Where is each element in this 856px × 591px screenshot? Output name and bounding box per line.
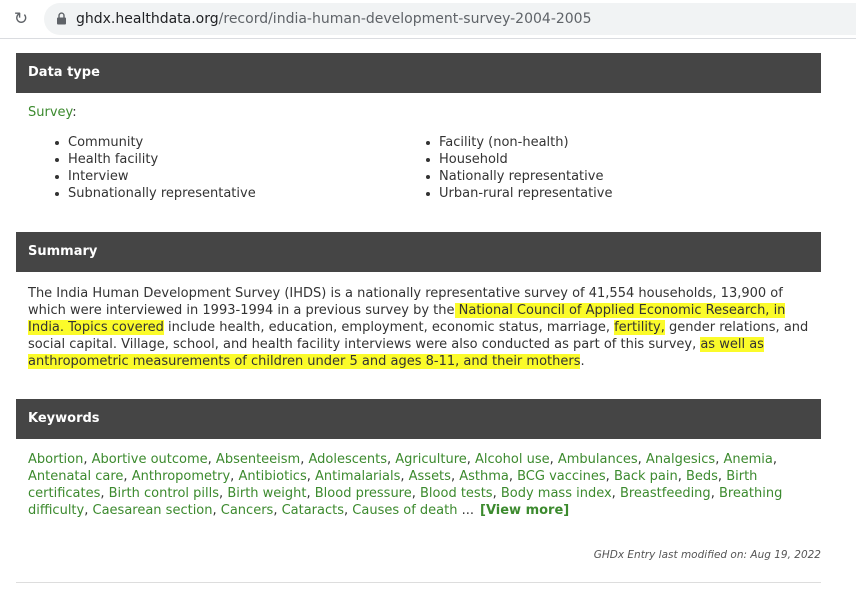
keyword-link[interactable]: Alcohol use	[475, 452, 550, 467]
keyword-link[interactable]: Assets	[409, 469, 451, 484]
keywords-header: Keywords	[16, 399, 821, 439]
data-type-item: Interview	[52, 168, 256, 185]
lock-icon	[57, 12, 66, 25]
keyword-separator: ,	[772, 452, 777, 467]
keyword-link[interactable]: Abortion	[28, 452, 83, 467]
data-type-list-left: Community Health facility Interview Subnati…	[52, 134, 256, 202]
survey-link[interactable]: Survey	[28, 105, 72, 120]
address-bar[interactable]: ghdx.healthdata.org/record/india-human-d…	[44, 3, 856, 35]
keyword-separator: ,	[466, 452, 476, 467]
keyword-separator: ,	[492, 486, 501, 501]
reload-icon[interactable]: ↻	[10, 8, 32, 30]
browser-toolbar: ↻ ghdx.healthdata.org/record/india-human…	[0, 0, 856, 39]
data-type-item: Health facility	[52, 151, 256, 168]
keyword-separator: ,	[400, 469, 409, 484]
keyword-link[interactable]: Asthma	[459, 469, 509, 484]
data-type-item: Household	[423, 151, 613, 168]
survey-link-label[interactable]: Survey:	[28, 105, 77, 120]
keyword-link[interactable]: Antenatal care	[28, 469, 123, 484]
keyword-link[interactable]: Anemia	[723, 452, 772, 467]
url-text[interactable]: ghdx.healthdata.org/record/india-human-d…	[76, 11, 592, 27]
keyword-separator: ,	[677, 469, 686, 484]
data-type-item: Subnationally representative	[52, 185, 256, 202]
keyword-link[interactable]: Agriculture	[395, 452, 467, 467]
keyword-link[interactable]: Birth weight	[227, 486, 306, 501]
keyword-separator: ,	[83, 452, 92, 467]
keyword-separator: ,	[123, 469, 132, 484]
keyword-separator: ,	[306, 469, 315, 484]
keyword-link[interactable]: Analgesics	[646, 452, 715, 467]
keyword-separator: ,	[710, 486, 719, 501]
keyword-separator: ,	[207, 452, 216, 467]
summary-text: The India Human Development Survey (IHDS…	[28, 285, 818, 370]
data-type-item: Community	[52, 134, 256, 151]
keyword-link[interactable]: Body mass index	[501, 486, 612, 501]
keyword-link[interactable]: Absenteeism	[216, 452, 300, 467]
keyword-separator: ,	[306, 486, 315, 501]
keyword-link[interactable]: Abortive outcome	[92, 452, 208, 467]
last-modified-text: GHDx Entry last modified on: Aug 19, 202…	[593, 549, 821, 561]
keyword-separator: ,	[605, 469, 614, 484]
footer-divider	[16, 582, 821, 583]
keyword-link[interactable]: Breastfeeding	[620, 486, 711, 501]
keyword-link[interactable]: Ambulances	[558, 452, 638, 467]
data-type-item: Urban-rural representative	[423, 185, 613, 202]
keyword-link[interactable]: BCG vaccines	[517, 469, 606, 484]
keyword-separator: ,	[637, 452, 646, 467]
summary-part-2: include health, education, employment, e…	[163, 320, 615, 335]
keyword-link[interactable]: Back pain	[614, 469, 678, 484]
keyword-separator: ,	[450, 469, 460, 484]
data-type-item: Facility (non-health)	[423, 134, 613, 151]
survey-colon: :	[72, 105, 77, 120]
summary-highlight-2: fertility,	[614, 320, 665, 335]
summary-header: Summary	[16, 232, 821, 272]
summary-part-4: .	[580, 354, 585, 369]
view-more-link[interactable]: [View more]	[480, 503, 569, 518]
keyword-link[interactable]: Causes of death	[352, 503, 457, 518]
keyword-separator: ,	[84, 503, 93, 518]
data-type-header: Data type	[16, 53, 821, 93]
keyword-link[interactable]: Beds	[686, 469, 718, 484]
keyword-separator: ,	[411, 486, 421, 501]
keyword-link[interactable]: Birth control pills	[109, 486, 219, 501]
keyword-separator: ,	[508, 469, 518, 484]
keyword-link[interactable]: Blood tests	[420, 486, 493, 501]
keyword-link[interactable]: Antibiotics	[238, 469, 306, 484]
keywords-ellipsis: ...	[457, 503, 474, 518]
url-path: /record/india-human-development-survey-2…	[218, 11, 592, 27]
keyword-link[interactable]: Adolescents	[308, 452, 387, 467]
keyword-separator: ,	[212, 503, 221, 518]
keyword-link[interactable]: Cataracts	[282, 503, 344, 518]
keyword-link[interactable]: Anthropometry	[132, 469, 230, 484]
keyword-separator: ,	[273, 503, 282, 518]
data-type-list-right: Facility (non-health) Household Nationally…	[423, 134, 613, 202]
keyword-link[interactable]: Antimalarials	[315, 469, 400, 484]
url-host: ghdx.healthdata.org	[76, 11, 219, 27]
keyword-link[interactable]: Blood pressure	[315, 486, 412, 501]
keyword-link[interactable]: Cancers	[221, 503, 274, 518]
data-type-item: Nationally representative	[423, 168, 613, 185]
keyword-separator: ,	[549, 452, 558, 467]
keyword-separator: ,	[717, 469, 727, 484]
keyword-separator: ,	[100, 486, 109, 501]
keyword-link[interactable]: Caesarean section	[93, 503, 213, 518]
keywords-list: Abortion, Abortive outcome, Absenteeism,…	[28, 451, 818, 519]
keyword-separator: ,	[611, 486, 620, 501]
